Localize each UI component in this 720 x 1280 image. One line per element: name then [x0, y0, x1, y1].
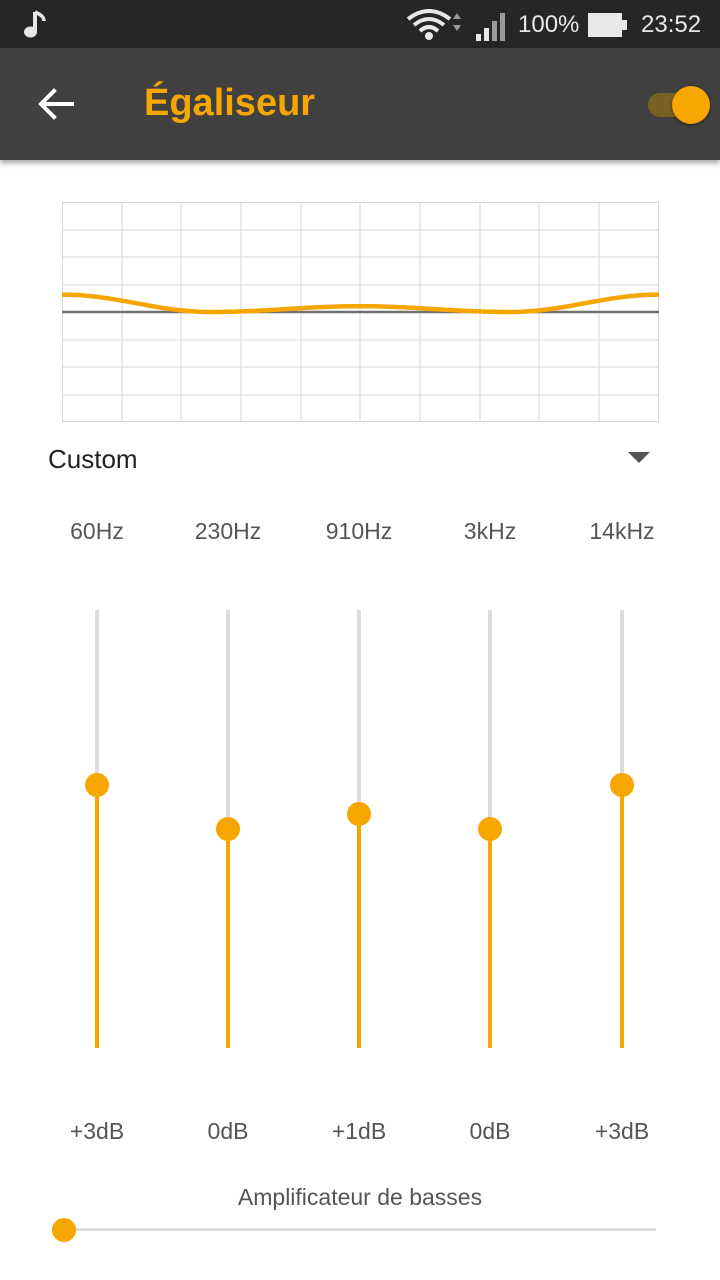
band-gain-label: +1dB: [331, 1118, 387, 1144]
band-slider[interactable]: [602, 610, 642, 1048]
slider-knob[interactable]: [52, 1218, 76, 1242]
app-bar: Égaliseur: [0, 48, 720, 160]
preset-dropdown[interactable]: Custom: [48, 440, 668, 476]
band-freq-label: 3kHz: [463, 518, 517, 544]
toggle-thumb: [672, 86, 710, 124]
slider-fill: [488, 829, 492, 1048]
band-slider[interactable]: [77, 610, 117, 1048]
slider-knob[interactable]: [85, 773, 109, 798]
bass-boost-slider[interactable]: [52, 1214, 658, 1246]
band-freq-label: 230Hz: [194, 518, 262, 544]
battery-percent: 100%: [518, 11, 580, 38]
slider-fill: [357, 814, 361, 1048]
slider-knob[interactable]: [347, 802, 371, 827]
bass-boost-label: Amplificateur de basses: [237, 1184, 483, 1210]
band-slider[interactable]: [208, 610, 248, 1048]
band-slider[interactable]: [470, 610, 510, 1048]
arrow-back-icon[interactable]: [36, 84, 76, 124]
band-slider[interactable]: [339, 610, 379, 1048]
band-gain-label: 0dB: [469, 1118, 511, 1144]
preset-label: Custom: [48, 444, 138, 474]
slider-knob[interactable]: [610, 773, 634, 798]
wifi-icon: [406, 9, 461, 40]
band-gain-label: 0dB: [207, 1118, 249, 1144]
frequency-response-graph: [62, 202, 659, 422]
slider-track: [64, 1228, 656, 1231]
slider-knob[interactable]: [478, 817, 502, 841]
slider-knob[interactable]: [216, 817, 240, 841]
band-gain-label: +3dB: [594, 1118, 650, 1144]
equalizer-toggle[interactable]: [648, 86, 714, 124]
band-gain-label: +3dB: [69, 1118, 125, 1144]
music-note-icon: [24, 10, 46, 38]
slider-fill: [620, 785, 624, 1048]
clock: 23:52: [641, 11, 702, 38]
band-freq-label: 14kHz: [589, 518, 655, 544]
battery-icon: [588, 13, 627, 37]
band-freq-label: 910Hz: [325, 518, 393, 544]
band-freq-label: 60Hz: [70, 518, 124, 544]
signal-icon: [476, 13, 505, 41]
status-bar: 100% 23:52: [0, 0, 720, 48]
slider-fill: [95, 785, 99, 1048]
dropdown-arrow-icon: [628, 452, 650, 463]
slider-fill: [226, 829, 230, 1048]
page-title: Égaliseur: [144, 82, 316, 124]
